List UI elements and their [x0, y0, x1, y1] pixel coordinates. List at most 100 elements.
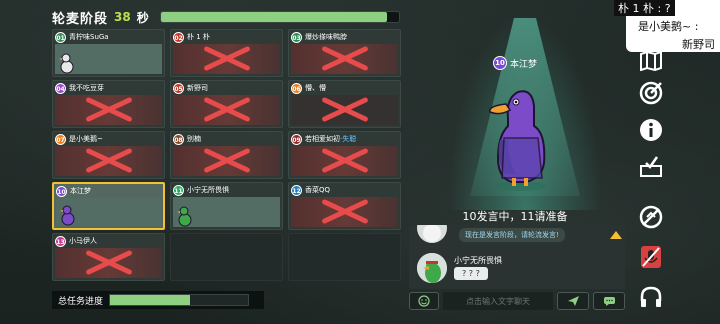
player-name: 小马伊人 — [69, 236, 97, 246]
player-name-text: 小马伊人 — [69, 237, 97, 245]
eliminated-x-icon — [84, 147, 134, 173]
timer-bar — [160, 11, 400, 23]
player-avatar — [177, 206, 192, 227]
player-name: 懵、懵 — [305, 83, 326, 93]
scroll-up-arrow-icon[interactable] — [610, 231, 622, 239]
eliminated-x-icon — [202, 147, 252, 173]
player-number: 09 — [291, 134, 302, 145]
current-speaker: 10 本江梦 — [493, 56, 537, 70]
player-name-text: 是小美鹅~ — [69, 135, 103, 143]
player-status-tag: ·失聪 — [340, 135, 357, 143]
chat-avatar-sender — [417, 253, 447, 283]
player-name: 小宁无所畏惧 — [187, 185, 229, 195]
player-name: 爆炒搽味鸭脖 — [305, 32, 347, 42]
mute-icon[interactable] — [638, 244, 664, 270]
player-number: 02 — [173, 32, 184, 43]
quick-chat-button[interactable] — [593, 292, 625, 310]
player-name-text: 青柠味SuGa — [69, 33, 109, 41]
player-number: 05 — [173, 83, 184, 94]
player-card[interactable]: 08 别楠 — [170, 131, 283, 179]
phase-label: 轮麦阶段 — [52, 11, 109, 27]
player-name-text: 新野司 — [187, 84, 208, 92]
player-number: 13 — [55, 236, 66, 247]
chat-panel[interactable]: 现在是发言阶段，请轮流发言! 小宁无所畏惧 ? ? ? — [409, 225, 625, 289]
player-card[interactable]: 01 青柠味SuGa — [52, 29, 165, 77]
chat-ticker-line3: 新野司 — [682, 38, 715, 51]
player-name: 是小美鹅~ — [69, 134, 103, 144]
task-progress: 总任务进度 — [52, 291, 264, 309]
player-name-text: 香菜QQ — [305, 186, 331, 194]
player-avatar — [60, 205, 75, 226]
no-skill-icon[interactable] — [638, 204, 664, 230]
chat-ticker-line2: 是小美鹅~ : — [638, 20, 699, 33]
speaker-number: 10 — [493, 56, 507, 70]
timer-value: 38 — [114, 10, 131, 24]
player-name: 我不吃豆芽 — [69, 83, 104, 93]
eliminated-x-icon — [320, 147, 370, 173]
eliminated-x-icon — [84, 96, 134, 122]
player-name-text: 别楠 — [187, 135, 201, 143]
player-number: 12 — [291, 185, 302, 196]
eliminated-x-icon — [202, 45, 252, 71]
player-number: 07 — [55, 134, 66, 145]
player-name-text: 懵、懵 — [305, 84, 326, 92]
player-card[interactable]: 12 香菜QQ — [288, 182, 401, 230]
player-name: 青柠味SuGa — [69, 32, 109, 42]
player-name-text: 小宁无所畏惧 — [187, 186, 229, 194]
chat-bubble-icon — [603, 296, 615, 306]
chat-input-row — [409, 291, 625, 311]
empty-slot — [170, 233, 283, 281]
player-card[interactable]: 11 小宁无所畏惧 — [170, 182, 283, 230]
timer-unit: 秒 — [136, 10, 149, 25]
player-name: 新野司 — [187, 83, 208, 93]
player-grid: 01 青柠味SuGa 02 朴 1 朴 03 爆炒搽味鸭脖 04 我不吃豆芽 05 新野司 06 懵、… — [52, 29, 401, 281]
send-icon — [567, 296, 579, 306]
player-card[interactable]: 03 爆炒搽味鸭脖 — [288, 29, 401, 77]
timer-bar-fill — [161, 12, 388, 22]
right-sidebar: 朴 1 朴 : ? 是小美鹅~ : 新野司 — [614, 0, 720, 324]
player-name-text: 若相爱如初 — [305, 135, 340, 143]
emoji-button[interactable] — [409, 292, 439, 310]
player-name: 朴 1 朴 — [187, 32, 210, 42]
task-progress-label: 总任务进度 — [58, 296, 104, 307]
eliminated-x-icon — [320, 96, 370, 122]
target-icon[interactable] — [638, 80, 664, 106]
info-icon[interactable] — [638, 117, 664, 143]
player-number: 10 — [56, 186, 67, 197]
player-card[interactable]: 05 新野司 — [170, 80, 283, 128]
player-card[interactable]: 13 小马伊人 — [52, 233, 165, 281]
chat-avatar-system — [417, 225, 447, 243]
player-name-text: 我不吃豆芽 — [69, 84, 104, 92]
player-number: 06 — [291, 83, 302, 94]
eliminated-x-icon — [84, 249, 134, 275]
chat-input[interactable] — [443, 292, 553, 310]
player-avatar — [59, 53, 74, 74]
chat-ticker-line1: 朴 1 朴 : ? — [614, 0, 675, 16]
send-button[interactable] — [557, 292, 589, 310]
player-card[interactable]: 06 懵、懵 — [288, 80, 401, 128]
map-icon[interactable] — [638, 48, 664, 74]
phase-header: 轮麦阶段 38 秒 — [52, 8, 149, 27]
vote-icon[interactable] — [638, 153, 664, 179]
player-card[interactable]: 10 本江梦 — [52, 182, 165, 230]
eliminated-x-icon — [320, 45, 370, 71]
player-number: 08 — [173, 134, 184, 145]
chat-sender-name: 小宁无所畏惧 — [454, 256, 502, 265]
headphone-icon[interactable] — [638, 284, 664, 310]
eliminated-x-icon — [320, 198, 370, 224]
player-name: 别楠 — [187, 134, 201, 144]
eliminated-x-icon — [202, 96, 252, 122]
player-card[interactable]: 09 若相爱如初·失聪 — [288, 131, 401, 179]
player-name-text: 朴 1 朴 — [187, 33, 210, 41]
player-card[interactable]: 04 我不吃豆芽 — [52, 80, 165, 128]
player-number: 03 — [291, 32, 302, 43]
player-number: 04 — [55, 83, 66, 94]
player-name: 若相爱如初·失聪 — [305, 134, 356, 144]
chat-message-bubble: ? ? ? — [454, 267, 488, 280]
speaker-goose-avatar — [489, 90, 547, 191]
player-card[interactable]: 07 是小美鹅~ — [52, 131, 165, 179]
player-name: 本江梦 — [70, 186, 91, 196]
player-name-text: 本江梦 — [70, 187, 91, 195]
player-number: 01 — [55, 32, 66, 43]
player-card[interactable]: 02 朴 1 朴 — [170, 29, 283, 77]
